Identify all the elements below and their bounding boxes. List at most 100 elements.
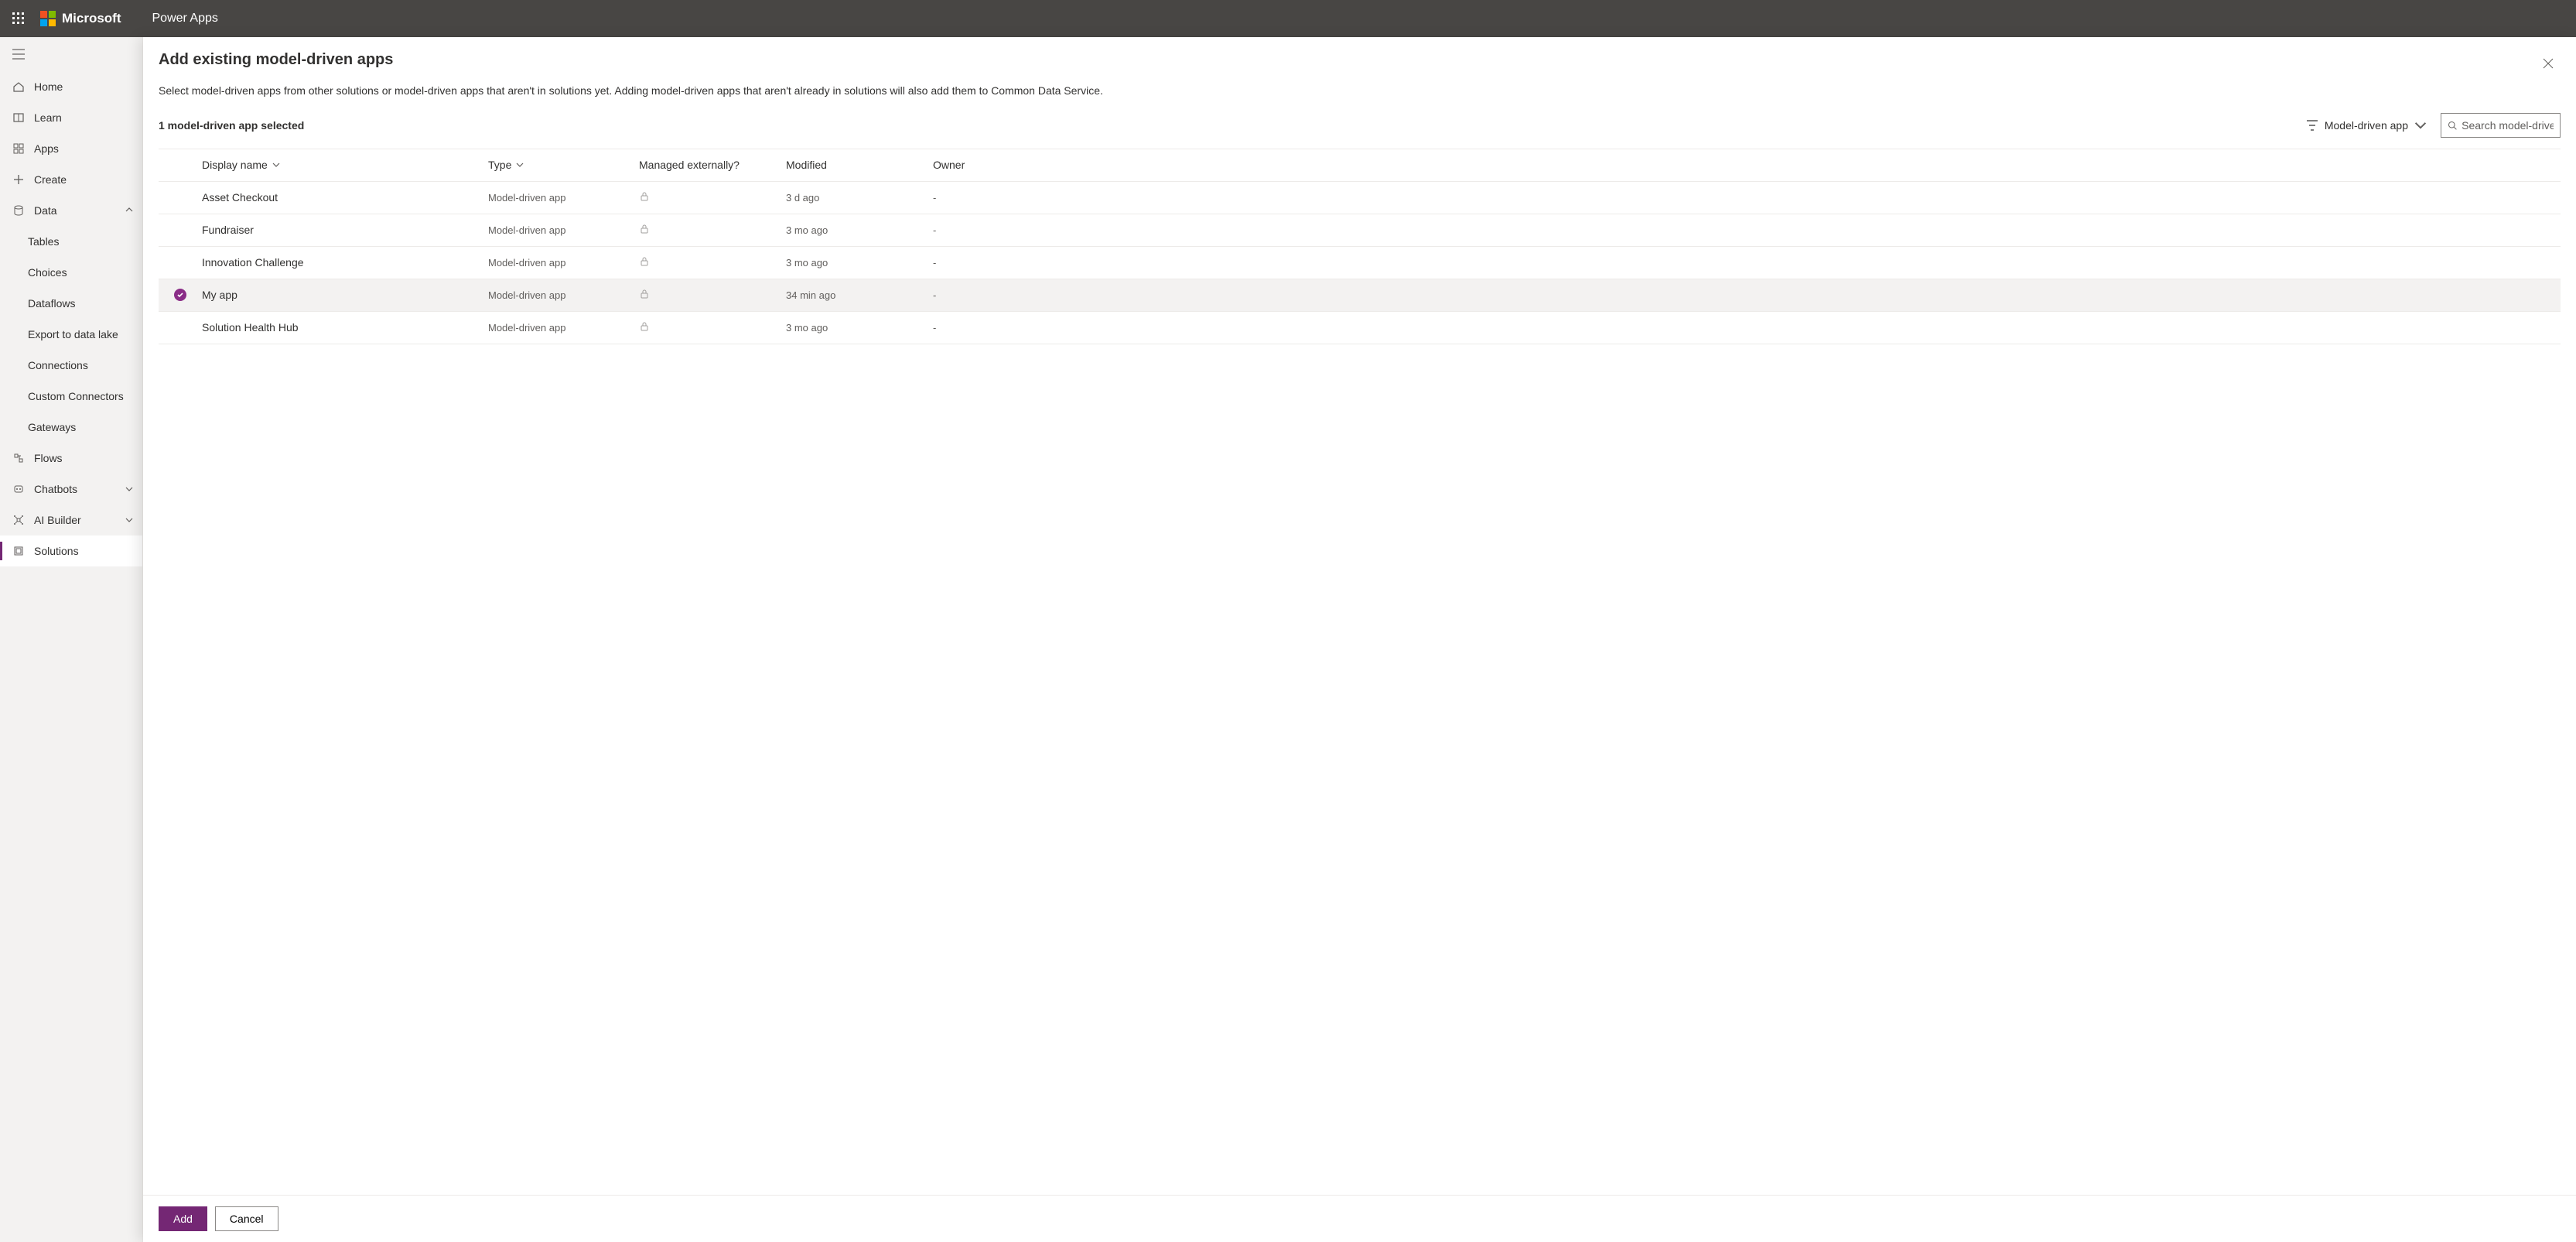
cell-type: Model-driven app [488, 192, 639, 204]
cell-type: Model-driven app [488, 289, 639, 301]
panel-title: Add existing model-driven apps [159, 51, 2536, 69]
data-icon [12, 204, 25, 217]
lock-icon [639, 191, 650, 202]
app-name: Power Apps [152, 12, 218, 26]
cell-modified: 34 min ago [786, 289, 933, 301]
sidebar-item-label: Tables [28, 235, 133, 248]
waffle-icon [12, 12, 25, 25]
chevron-down-icon [516, 161, 524, 169]
table-row[interactable]: My appModel-driven app34 min ago- [159, 279, 2561, 312]
lock-icon [639, 256, 650, 267]
sidebar-item-export[interactable]: Export to data lake [0, 319, 142, 350]
chevron-down-icon [125, 516, 133, 524]
home-icon [12, 80, 25, 93]
filter-icon [2306, 119, 2318, 132]
brand-logo[interactable]: Microsoft [40, 11, 121, 26]
apps-table: Display name Type Managed externally? Mo… [159, 149, 2561, 344]
add-button[interactable]: Add [159, 1206, 207, 1231]
sidebar-item-label: Create [34, 173, 133, 186]
col-managed[interactable]: Managed externally? [639, 159, 786, 171]
chevron-up-icon [125, 207, 133, 214]
flows-icon [12, 452, 25, 464]
row-check[interactable] [159, 289, 202, 301]
search-icon [2448, 120, 2457, 131]
cell-managed [639, 191, 786, 204]
cell-modified: 3 mo ago [786, 257, 933, 269]
sidebar-item-tables[interactable]: Tables [0, 226, 142, 257]
apps-icon [12, 142, 25, 155]
col-owner[interactable]: Owner [933, 159, 2561, 171]
lock-icon [639, 289, 650, 299]
sidebar: Home Learn Apps Create Data Tables Choices Data… [0, 37, 143, 1242]
sidebar-item-label: Export to data lake [28, 328, 133, 340]
sidebar-item-label: Solutions [34, 545, 133, 557]
filter-type-dropdown[interactable]: Model-driven app [2301, 116, 2431, 135]
lock-icon [639, 224, 650, 234]
sidebar-item-connections[interactable]: Connections [0, 350, 142, 381]
search-box[interactable] [2441, 113, 2561, 138]
panel-description: Select model-driven apps from other solu… [159, 84, 2561, 99]
cell-managed [639, 256, 786, 269]
table-row[interactable]: Solution Health HubModel-driven app 3 mo … [159, 312, 2561, 344]
lock-icon [639, 321, 650, 332]
cell-display-name: Solution Health Hub [202, 321, 488, 334]
cell-owner: - [933, 322, 2561, 334]
cell-modified: 3 mo ago [786, 224, 933, 236]
cell-display-name: Asset Checkout [202, 191, 488, 204]
sidebar-item-label: Connections [28, 359, 133, 371]
sidebar-item-label: Choices [28, 266, 133, 279]
cell-type: Model-driven app [488, 322, 639, 334]
sidebar-item-gateways[interactable]: Gateways [0, 412, 142, 443]
sidebar-item-learn[interactable]: Learn [0, 102, 142, 133]
chevron-down-icon [2414, 119, 2427, 132]
panel-footer: Add Cancel [143, 1195, 2576, 1242]
sidebar-item-dataflows[interactable]: Dataflows [0, 288, 142, 319]
sidebar-item-data[interactable]: Data [0, 195, 142, 226]
cell-modified: 3 d ago [786, 192, 933, 204]
sidebar-item-choices[interactable]: Choices [0, 257, 142, 288]
close-button[interactable] [2536, 51, 2561, 76]
col-modified[interactable]: Modified [786, 159, 933, 171]
sidebar-item-label: Learn [34, 111, 133, 124]
sidebar-item-label: AI Builder [34, 514, 125, 526]
filter-type-label: Model-driven app [2325, 119, 2408, 132]
sidebar-item-label: Flows [34, 452, 133, 464]
sidebar-item-apps[interactable]: Apps [0, 133, 142, 164]
sidebar-item-label: Data [34, 204, 125, 217]
table-header: Display name Type Managed externally? Mo… [159, 149, 2561, 182]
col-display-name[interactable]: Display name [202, 159, 488, 171]
cell-owner: - [933, 192, 2561, 204]
add-existing-panel: Add existing model-driven apps Select mo… [143, 37, 2576, 1242]
sidebar-item-label: Apps [34, 142, 133, 155]
solutions-icon [12, 545, 25, 557]
sidebar-item-create[interactable]: Create [0, 164, 142, 195]
sidebar-item-solutions[interactable]: Solutions [0, 535, 142, 566]
search-input[interactable] [2462, 119, 2554, 132]
chevron-down-icon [272, 161, 280, 169]
sidebar-item-label: Chatbots [34, 483, 125, 495]
cell-display-name: My app [202, 289, 488, 301]
cancel-button[interactable]: Cancel [215, 1206, 278, 1231]
sidebar-item-ai[interactable]: AI Builder [0, 505, 142, 535]
col-type[interactable]: Type [488, 159, 639, 171]
cell-display-name: Fundraiser [202, 224, 488, 236]
table-row[interactable]: FundraiserModel-driven app3 mo ago- [159, 214, 2561, 247]
cell-modified: 3 mo ago [786, 322, 933, 334]
learn-icon [12, 111, 25, 124]
waffle-button[interactable] [0, 0, 37, 37]
hamburger-button[interactable] [0, 37, 142, 71]
sidebar-item-label: Gateways [28, 421, 133, 433]
cell-managed [639, 321, 786, 334]
sidebar-item-custom[interactable]: Custom Connectors [0, 381, 142, 412]
brand-text: Microsoft [62, 11, 121, 26]
sidebar-item-chatbots[interactable]: Chatbots [0, 474, 142, 505]
chatbots-icon [12, 483, 25, 495]
sidebar-item-home[interactable]: Home [0, 71, 142, 102]
sidebar-item-flows[interactable]: Flows [0, 443, 142, 474]
table-row[interactable]: Innovation ChallengeModel-driven app3 mo… [159, 247, 2561, 279]
cell-managed [639, 224, 786, 237]
chevron-down-icon [125, 485, 133, 493]
cell-managed [639, 289, 786, 302]
sidebar-item-label: Custom Connectors [28, 390, 133, 402]
table-row[interactable]: Asset CheckoutModel-driven app 3 d ago- [159, 182, 2561, 214]
